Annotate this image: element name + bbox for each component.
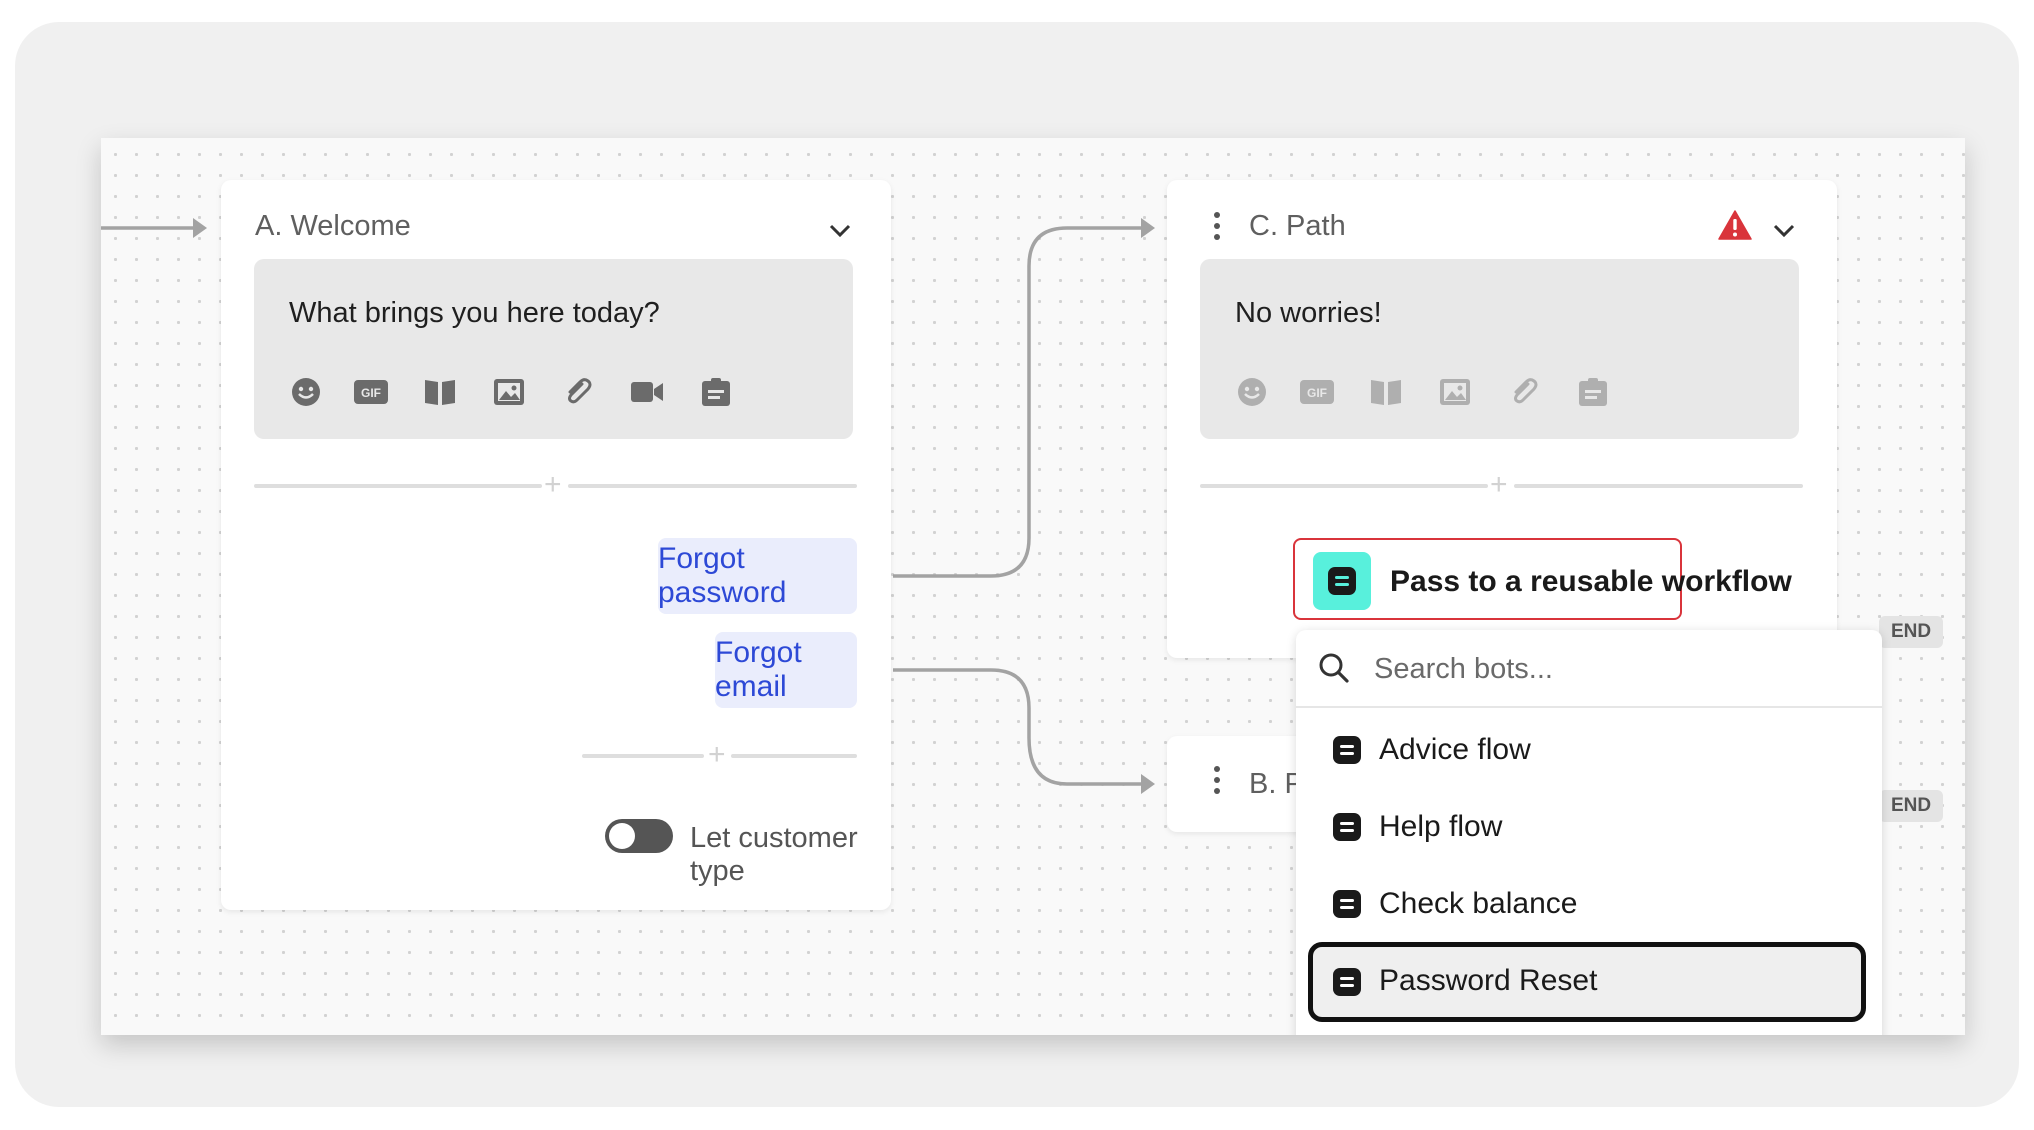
arrowhead — [1141, 218, 1155, 238]
image-icon[interactable] — [1438, 375, 1472, 409]
chevron-down-icon[interactable] — [1773, 224, 1795, 238]
search-bar — [1296, 630, 1882, 708]
emoji-icon[interactable] — [1235, 375, 1269, 409]
attachment-icon[interactable] — [1507, 375, 1541, 409]
connector-forgot-email — [893, 668, 1141, 786]
add-step-divider — [1514, 484, 1803, 488]
node-title: C. Path — [1249, 210, 1346, 242]
emoji-icon[interactable] — [289, 375, 323, 409]
svg-text:GIF: GIF — [1307, 386, 1327, 400]
let-customer-type-toggle[interactable] — [605, 819, 673, 853]
node-welcome[interactable]: A. Welcome What brings you here today? G… — [221, 180, 891, 910]
dropdown-item-label: Help flow — [1379, 810, 1503, 843]
arrowhead — [1141, 774, 1155, 794]
dropdown-item-check-balance[interactable]: Check balance — [1296, 869, 1882, 939]
pass-to-workflow-action[interactable]: Pass to a reusable workflow — [1293, 538, 1792, 620]
add-step-button[interactable]: + — [544, 470, 562, 500]
workflow-icon — [1333, 968, 1361, 996]
dropdown-item-advice-flow[interactable]: Advice flow — [1296, 715, 1882, 785]
svg-text:GIF: GIF — [361, 386, 381, 400]
workflow-icon — [1333, 890, 1361, 918]
add-reply-button[interactable]: + — [708, 740, 726, 770]
dropdown-item-help-flow[interactable]: Help flow — [1296, 792, 1882, 862]
more-options-icon[interactable] — [1214, 212, 1220, 245]
message-bubble[interactable]: No worries! GIF — [1200, 259, 1799, 439]
dropdown-item-label: Check balance — [1379, 887, 1578, 920]
flow-canvas[interactable]: A. Welcome What brings you here today? G… — [101, 138, 1965, 1035]
reply-button-forgot-password[interactable]: Forgot password — [658, 538, 857, 614]
add-step-divider — [1200, 484, 1488, 488]
message-text: No worries! — [1235, 297, 1382, 329]
end-badge: END — [1879, 790, 1943, 822]
app-frame: A. Welcome What brings you here today? G… — [15, 22, 2019, 1107]
workflow-icon — [1333, 813, 1361, 841]
gif-icon[interactable]: GIF — [1300, 375, 1334, 409]
message-bubble[interactable]: What brings you here today? GIF — [254, 259, 853, 439]
search-input[interactable] — [1372, 648, 1856, 690]
more-options-icon[interactable] — [1214, 766, 1220, 799]
article-icon[interactable] — [1369, 375, 1403, 409]
dropdown-item-label: Password Reset — [1379, 964, 1598, 997]
end-badge: END — [1879, 616, 1943, 648]
form-icon[interactable] — [699, 375, 733, 409]
add-step-divider — [568, 484, 857, 488]
pass-to-workflow-label: Pass to a reusable workflow — [1390, 565, 1792, 598]
toggle-label: Let customer type — [690, 822, 858, 887]
add-reply-divider — [582, 754, 704, 758]
bot-search-dropdown: Advice flow Help flow Check balance Pass… — [1296, 630, 1882, 1035]
add-step-button[interactable]: + — [1490, 470, 1508, 500]
reply-button-forgot-email[interactable]: Forgot email — [715, 632, 857, 708]
arrowhead — [193, 218, 207, 238]
workflow-icon — [1313, 552, 1371, 610]
connector-forgot-password — [893, 226, 1141, 578]
form-icon[interactable] — [1576, 375, 1610, 409]
video-icon[interactable] — [630, 375, 664, 409]
message-text: What brings you here today? — [289, 297, 660, 329]
dropdown-item-label: Advice flow — [1379, 733, 1531, 766]
image-icon[interactable] — [492, 375, 526, 409]
chevron-down-icon[interactable] — [829, 224, 851, 238]
warning-icon — [1718, 210, 1752, 240]
add-step-divider — [254, 484, 542, 488]
add-reply-divider — [731, 754, 857, 758]
dropdown-item-password-reset[interactable]: Password Reset — [1308, 942, 1866, 1022]
search-icon — [1319, 653, 1349, 683]
article-icon[interactable] — [423, 375, 457, 409]
node-title: A. Welcome — [255, 210, 411, 242]
workflow-icon — [1333, 736, 1361, 764]
toggle-knob — [609, 823, 635, 849]
gif-icon[interactable]: GIF — [354, 375, 388, 409]
attachment-icon[interactable] — [561, 375, 595, 409]
